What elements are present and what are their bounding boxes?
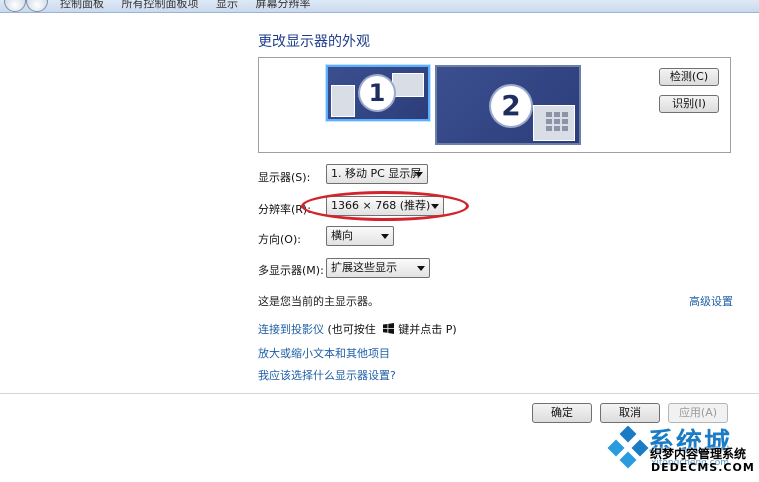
monitor-1[interactable]: 1 (326, 65, 430, 121)
breadcrumb-item[interactable]: 所有控制面板项 (122, 0, 199, 9)
text-size-link[interactable]: 放大或缩小文本和其他项目 (258, 345, 390, 361)
watermark-overlay-cn: 织梦内容管理系统 (650, 447, 747, 461)
monitor-number-2: 2 (491, 86, 531, 126)
watermark-overlay-url: DEDECMS.COM (651, 461, 755, 474)
advanced-settings-link[interactable]: 高级设置 (689, 293, 733, 309)
chevron-down-icon (415, 172, 423, 177)
multiple-displays-label: 多显示器(M): (258, 264, 324, 277)
which-settings-link[interactable]: 我应该选择什么显示器设置? (258, 367, 396, 383)
connect-projector-link[interactable]: 连接到投影仪 (258, 323, 324, 336)
watermark-diamond-icon (607, 426, 649, 469)
breadcrumb-item[interactable]: 控制面板 (60, 0, 104, 9)
primary-display-status: 这是您当前的主显示器。 (258, 295, 379, 308)
detect-button[interactable]: 检测(C) (659, 68, 719, 86)
desktop-window-thumbnail (392, 73, 424, 97)
monitor-number-1: 1 (360, 76, 394, 110)
display-label: 显示器(S): (258, 171, 311, 184)
projector-hint-end: 键并点击 P) (398, 323, 457, 336)
address-bar: 控制面板 所有控制面板项 显示 屏幕分辨率 (0, 0, 759, 13)
forward-button[interactable] (26, 0, 48, 12)
highlight-ellipse (301, 191, 469, 221)
projector-row: 连接到投影仪 (也可按住 键并点击 P) (258, 321, 457, 337)
back-button[interactable] (4, 0, 26, 12)
ok-button[interactable]: 确定 (532, 403, 592, 423)
multiple-displays-select-value: 扩展这些显示 (331, 261, 397, 274)
monitor-arrangement-panel: 1 2 检测(C) 识别(I) (258, 57, 731, 153)
projector-hint-text: (也可按住 (324, 323, 376, 336)
chevron-down-icon (417, 266, 425, 271)
breadcrumb-item[interactable]: 显示 (216, 0, 238, 9)
divider (0, 393, 759, 394)
orientation-select[interactable]: 横向 (326, 226, 394, 246)
display-select-value: 1. 移动 PC 显示屏 (331, 167, 422, 180)
chevron-down-icon (381, 234, 389, 239)
windows-logo-icon (383, 323, 395, 334)
orientation-select-value: 横向 (331, 229, 353, 242)
breadcrumb-item[interactable]: 屏幕分辨率 (256, 0, 311, 9)
watermark-logo: 系统城 xitongcheng.com 织梦内容管理系统 DEDECMS.COM (602, 418, 759, 482)
desktop-window-thumbnail (331, 85, 355, 117)
desktop-window-thumbnail (533, 105, 575, 141)
monitor-2[interactable]: 2 (435, 65, 581, 145)
display-select[interactable]: 1. 移动 PC 显示屏 (326, 164, 428, 184)
page-title: 更改显示器的外观 (258, 34, 370, 50)
multiple-displays-select[interactable]: 扩展这些显示 (326, 258, 430, 278)
identify-button[interactable]: 识别(I) (659, 95, 719, 113)
breadcrumb: 控制面板 所有控制面板项 显示 屏幕分辨率 (60, 0, 350, 9)
orientation-label: 方向(O): (258, 233, 301, 246)
